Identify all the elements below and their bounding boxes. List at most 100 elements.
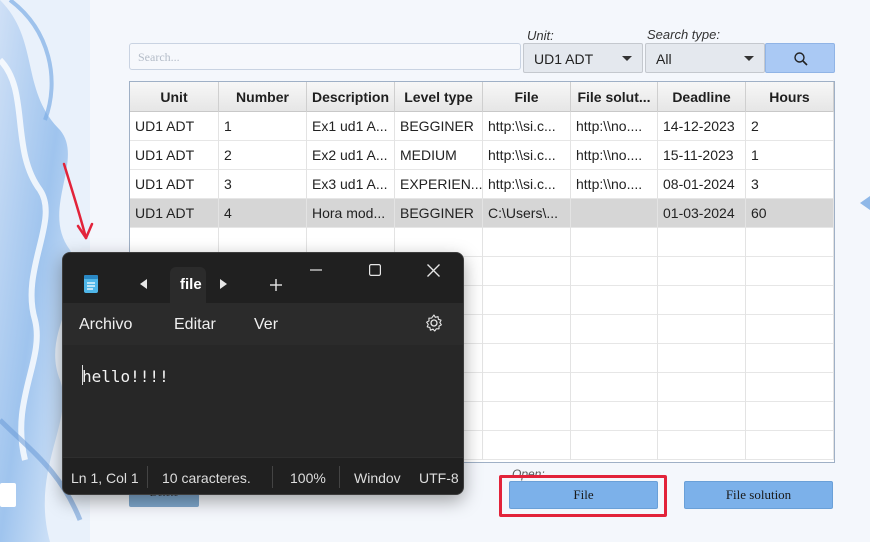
table-cell: C:\Users\... — [483, 199, 571, 228]
table-cell — [571, 373, 658, 402]
table-row[interactable]: UD1 ADT 2 Ex2 ud1 A... MEDIUM http:\\si.c...… — [130, 141, 834, 170]
table-cell — [746, 286, 834, 315]
collapse-arrow-icon[interactable] — [860, 196, 870, 210]
column-header[interactable]: Hours — [746, 82, 834, 112]
table-cell — [746, 402, 834, 431]
table-cell — [483, 286, 571, 315]
table-cell: 1 — [219, 112, 307, 141]
table-cell: MEDIUM — [395, 141, 483, 170]
table-cell — [571, 402, 658, 431]
search-input[interactable]: Search... — [129, 43, 521, 70]
table-cell — [658, 373, 746, 402]
table-cell: 3 — [219, 170, 307, 199]
notepad-menubar: Archivo Editar Ver — [63, 303, 463, 345]
column-header[interactable]: Deadline — [658, 82, 746, 112]
table-row[interactable]: UD1 ADT 3 Ex3 ud1 A... EXPERIEN... http:\\si… — [130, 170, 834, 199]
tab-file[interactable]: file — [170, 267, 206, 303]
unit-select[interactable]: UD1 ADT — [523, 43, 643, 73]
menu-archivo[interactable]: Archivo — [79, 316, 132, 334]
table-cell — [483, 228, 571, 257]
notepad-content: hello!!!! — [82, 367, 169, 386]
notepad-app-icon — [84, 275, 98, 293]
table-cell — [483, 344, 571, 373]
background-chip — [0, 483, 16, 507]
column-header[interactable]: File solut... — [571, 82, 658, 112]
table-cell: EXPERIEN... — [395, 170, 483, 199]
table-cell: 2 — [219, 141, 307, 170]
status-position: Ln 1, Col 1 — [71, 470, 139, 486]
minimize-icon[interactable] — [310, 269, 322, 271]
table-cell: BEGGINER — [395, 199, 483, 228]
table-cell: 4 — [219, 199, 307, 228]
table-cell — [483, 315, 571, 344]
table-cell: http:\\si.c... — [483, 112, 571, 141]
notepad-editor[interactable]: hello!!!! — [63, 345, 463, 457]
status-separator — [147, 466, 148, 488]
table-cell: Ex3 ud1 A... — [307, 170, 395, 199]
status-zoom[interactable]: 100% — [290, 470, 326, 486]
table-cell: http:\\si.c... — [483, 141, 571, 170]
table-header: Unit Number Description Level type File File … — [130, 82, 834, 112]
table-cell — [746, 431, 834, 460]
tab-scroll-left-icon[interactable] — [139, 279, 149, 289]
status-encoding[interactable]: UTF-8 — [419, 470, 459, 486]
table-cell — [658, 431, 746, 460]
unit-select-value: UD1 ADT — [534, 51, 594, 67]
table-cell — [483, 257, 571, 286]
table-cell — [483, 402, 571, 431]
table-cell — [571, 431, 658, 460]
search-type-select[interactable]: All — [645, 43, 765, 73]
notepad-titlebar[interactable]: file — [63, 253, 463, 303]
table-cell — [571, 228, 658, 257]
chevron-down-icon — [744, 56, 754, 61]
notepad-window[interactable]: file Archivo Editar Ver hello!!!! Ln 1, … — [62, 252, 464, 495]
column-header[interactable]: Number — [219, 82, 307, 112]
table-cell: 15-11-2023 — [658, 141, 746, 170]
open-file-solution-button[interactable]: File solution — [684, 481, 833, 509]
search-type-select-value: All — [656, 51, 672, 67]
table-cell: 1 — [746, 141, 834, 170]
table-cell: UD1 ADT — [130, 199, 219, 228]
column-header[interactable]: File — [483, 82, 571, 112]
status-line-ending[interactable]: Windov — [354, 470, 401, 486]
table-cell: UD1 ADT — [130, 170, 219, 199]
table-cell — [658, 402, 746, 431]
menu-ver[interactable]: Ver — [254, 316, 278, 334]
table-cell: 60 — [746, 199, 834, 228]
table-cell: http:\\no.... — [571, 170, 658, 199]
gear-icon[interactable] — [425, 314, 443, 332]
table-cell: UD1 ADT — [130, 112, 219, 141]
table-cell — [483, 373, 571, 402]
table-cell: 3 — [746, 170, 834, 199]
table-cell: BEGGINER — [395, 112, 483, 141]
table-row[interactable]: UD1 ADT 1 Ex1 ud1 A... BEGGINER http:\\si.c.… — [130, 112, 834, 141]
new-tab-icon[interactable] — [269, 278, 283, 292]
column-header[interactable]: Level type — [395, 82, 483, 112]
table-cell: 2 — [746, 112, 834, 141]
table-cell — [746, 373, 834, 402]
table-cell: http:\\no.... — [571, 112, 658, 141]
close-icon[interactable] — [427, 264, 440, 277]
table-cell — [483, 431, 571, 460]
notepad-statusbar: Ln 1, Col 1 10 caracteres. 100% Windov U… — [63, 457, 463, 494]
menu-editar[interactable]: Editar — [174, 316, 216, 334]
table-cell — [658, 286, 746, 315]
table-cell — [658, 315, 746, 344]
search-button[interactable] — [765, 43, 835, 73]
table-cell — [658, 257, 746, 286]
table-cell: 08-01-2024 — [658, 170, 746, 199]
table-row[interactable]: UD1 ADT 4 Hora mod... BEGGINER C:\Users\... 0… — [130, 199, 834, 228]
tab-scroll-right-icon[interactable] — [218, 279, 228, 289]
column-header[interactable]: Unit — [130, 82, 219, 112]
table-cell — [571, 257, 658, 286]
table-cell: Ex2 ud1 A... — [307, 141, 395, 170]
table-cell: UD1 ADT — [130, 141, 219, 170]
tab-file-label: file — [180, 276, 202, 293]
table-cell — [658, 228, 746, 257]
status-separator — [272, 466, 273, 488]
table-cell: http:\\no.... — [571, 141, 658, 170]
table-cell — [571, 199, 658, 228]
column-header[interactable]: Description — [307, 82, 395, 112]
table-cell: Hora mod... — [307, 199, 395, 228]
maximize-icon[interactable] — [369, 264, 381, 276]
